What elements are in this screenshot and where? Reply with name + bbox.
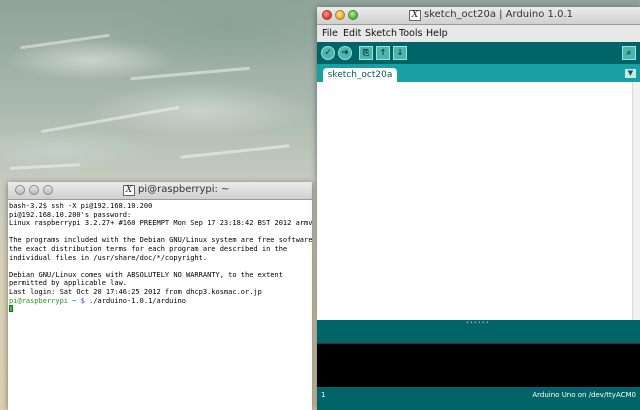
save-sketch-icon[interactable]: ↓ [393, 46, 407, 60]
terminal-line: pi@192.168.10.200's password: [9, 210, 132, 219]
x11-icon: X [123, 185, 135, 196]
new-sketch-icon[interactable]: ⎘ [359, 46, 373, 60]
minimize-button[interactable] [29, 185, 39, 195]
text-cursor [9, 305, 13, 313]
terminal-window[interactable]: X pi@raspberrypi: ~ bash-3.2$ ssh -X pi@… [8, 182, 312, 410]
verify-icon[interactable]: ✓ [321, 46, 335, 60]
prompt-user: pi@raspberrypi [9, 296, 69, 305]
code-editor[interactable] [317, 82, 632, 320]
zoom-button[interactable] [43, 185, 53, 195]
open-sketch-icon[interactable]: ↑ [376, 46, 390, 60]
zoom-button[interactable] [348, 10, 358, 20]
terminal-line: permitted by applicable law. [9, 279, 128, 288]
terminal-line: Debian GNU/Linux comes with ABSOLUTELY N… [9, 270, 283, 279]
menu-tools[interactable]: Tools [399, 28, 422, 39]
menu-file[interactable]: File [322, 28, 338, 39]
close-button[interactable] [322, 10, 332, 20]
terminal-cursor-line [9, 305, 312, 314]
minimize-button[interactable] [335, 10, 345, 20]
footer-bar: 1 Arduino Uno on /dev/ttyACM0 [317, 387, 640, 410]
terminal-line: individual files in /usr/share/doc/*/cop… [9, 253, 208, 262]
terminal-titlebar[interactable]: X pi@raspberrypi: ~ [8, 182, 312, 200]
menu-sketch[interactable]: Sketch [365, 28, 397, 39]
terminal-prompt-line: pi@raspberrypi ~ $ ./arduino-1.0.1/ardui… [9, 297, 312, 306]
menu-bar: File Edit Sketch Tools Help [317, 25, 640, 43]
serial-monitor-icon[interactable]: ⌕ [622, 46, 636, 60]
terminal-output[interactable]: bash-3.2$ ssh -X pi@192.168.10.200 pi@19… [8, 200, 312, 410]
terminal-line: The programs included with the Debian GN… [9, 236, 312, 245]
terminal-title: pi@raspberrypi: ~ [138, 184, 230, 195]
prompt-path: ~ $ [68, 296, 85, 305]
editor-scrollbar[interactable] [632, 82, 640, 320]
close-button[interactable] [15, 185, 25, 195]
terminal-line: the exact distribution terms for each pr… [9, 244, 288, 253]
console-output[interactable] [317, 343, 640, 388]
menu-help[interactable]: Help [426, 28, 448, 39]
menu-edit[interactable]: Edit [343, 28, 361, 39]
tab-sketch[interactable]: sketch_oct20a [323, 68, 397, 82]
terminal-line: Last login: Sat Oct 20 17:46:25 2012 fro… [9, 287, 262, 296]
line-number: 1 [321, 391, 326, 399]
status-bar [317, 325, 640, 343]
x11-icon: X [409, 10, 421, 21]
terminal-line: Linux raspberrypi 3.2.27+ #160 PREEMPT M… [9, 219, 312, 228]
prompt-command: ./arduino-1.0.1/arduino [84, 296, 187, 305]
board-port-label: Arduino Uno on /dev/ttyACM0 [532, 391, 636, 399]
tab-menu-icon[interactable]: ▼ [625, 69, 636, 78]
upload-icon[interactable]: ➜ [338, 46, 352, 60]
toolbar: ✓ ➜ ⎘ ↑ ↓ ⌕ [317, 42, 640, 64]
arduino-window[interactable]: X sketch_oct20a | Arduino 1.0.1 File Edi… [317, 7, 640, 410]
terminal-line: bash-3.2$ ssh -X pi@192.168.10.200 [9, 202, 153, 210]
tab-bar: sketch_oct20a ▼ [317, 64, 640, 82]
arduino-titlebar[interactable]: X sketch_oct20a | Arduino 1.0.1 [317, 7, 640, 25]
arduino-title: sketch_oct20a | Arduino 1.0.1 [424, 9, 573, 20]
